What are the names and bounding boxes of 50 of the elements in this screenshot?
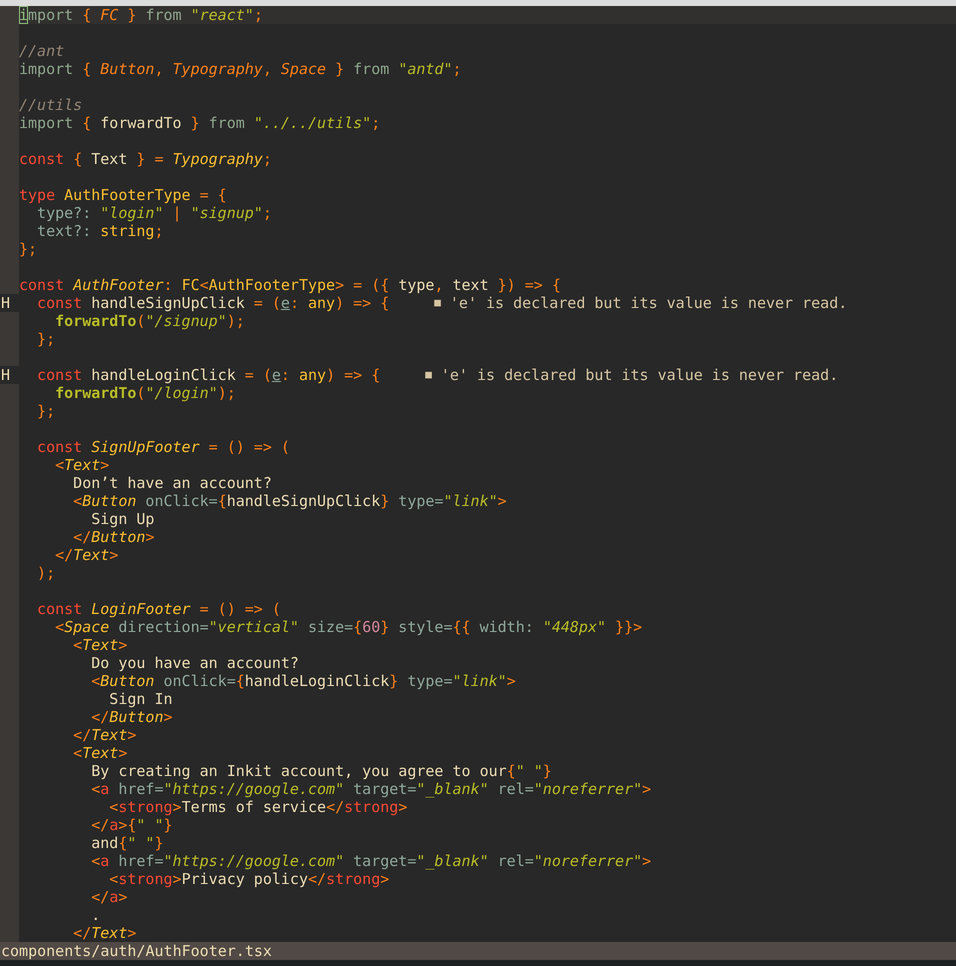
code-line: . [90,906,102,924]
code-line: Don’t have an account? [72,474,273,492]
code-line: </Button> [90,708,174,726]
code-line: const { Text } = Typography; [19,150,273,168]
gutter-cell [0,6,19,24]
code-line: Do you have an account? [90,654,300,672]
code-line: </Text> [72,726,138,744]
diagnostic-message: 'e' is declared but its value is never read. [450,294,848,312]
code-line: const handleSignUpClick = (e: any) => { [36,294,390,312]
code-line: const SignUpFooter = () => ( [36,438,291,456]
code-line: }; [19,240,38,258]
code-line: </a> [90,888,128,906]
code-line: const LoginFooter = () => ( [36,600,282,618]
code-line: //utils [19,96,84,114]
code-line: ); [36,564,56,582]
code-line: Sign In [108,690,174,708]
code-line: <strong>Privacy policy</strong> [108,870,390,888]
code-line: text?: string; [36,222,164,240]
code-line: import { forwardTo } from "../../utils"; [19,114,382,132]
code-line: <Space direction="vertical" size={60} style={{ width: "448px" }}> [54,618,644,636]
code-line: const AuthFooter: FC<AuthFooterType> = ({ type, text }) => { [19,276,562,294]
diagnostic-marker: ■ [425,367,432,383]
code-line: <a href="https://google.com" target="_blank" rel="noreferrer"> [90,852,652,870]
code-line: import { Button, Typography, Space } from "antd"; [19,60,463,78]
code-line: }; [36,330,56,348]
diagnostic-message: 'e' is declared but its value is never read. [440,366,838,384]
code-line: By creating an Inkit account, you agree to our{" "} [90,762,553,780]
diagnostic-marker: ■ [434,295,441,311]
code-line: type?: "login" | "signup"; [36,204,273,222]
code-line: <Button onClick={handleSignUpClick} type="link"> [72,492,508,510]
code-line: forwardTo("/signup"); [54,312,246,330]
code-line: type AuthFooterType = { [19,186,228,204]
gutter-cell [0,924,19,942]
code-line: <strong>Terms of service</strong> [108,798,408,816]
file-path: components/auth/AuthFooter.tsx [0,942,956,960]
code-line: and{" "} [90,834,164,852]
code-line: </Button> [72,528,156,546]
code-line: forwardTo("/login"); [54,384,237,402]
code-line: Sign Up [90,510,156,528]
code-line: </a>{" "} [90,816,174,834]
code-line: </Text> [54,546,120,564]
code-line: //ant [19,42,66,60]
code-line: </Text> [72,924,138,942]
code-line: <Text> [72,636,128,654]
code-line: <Text> [72,744,128,762]
code-line: }; [36,402,56,420]
code-line: const handleLoginClick = (e: any) => { [36,366,380,384]
code-line: <Text> [54,456,110,474]
code-line: <a href="https://google.com" target="_blank" rel="noreferrer"> [90,780,652,798]
code-line: <Button onClick={handleLoginClick} type="link"> [90,672,517,690]
